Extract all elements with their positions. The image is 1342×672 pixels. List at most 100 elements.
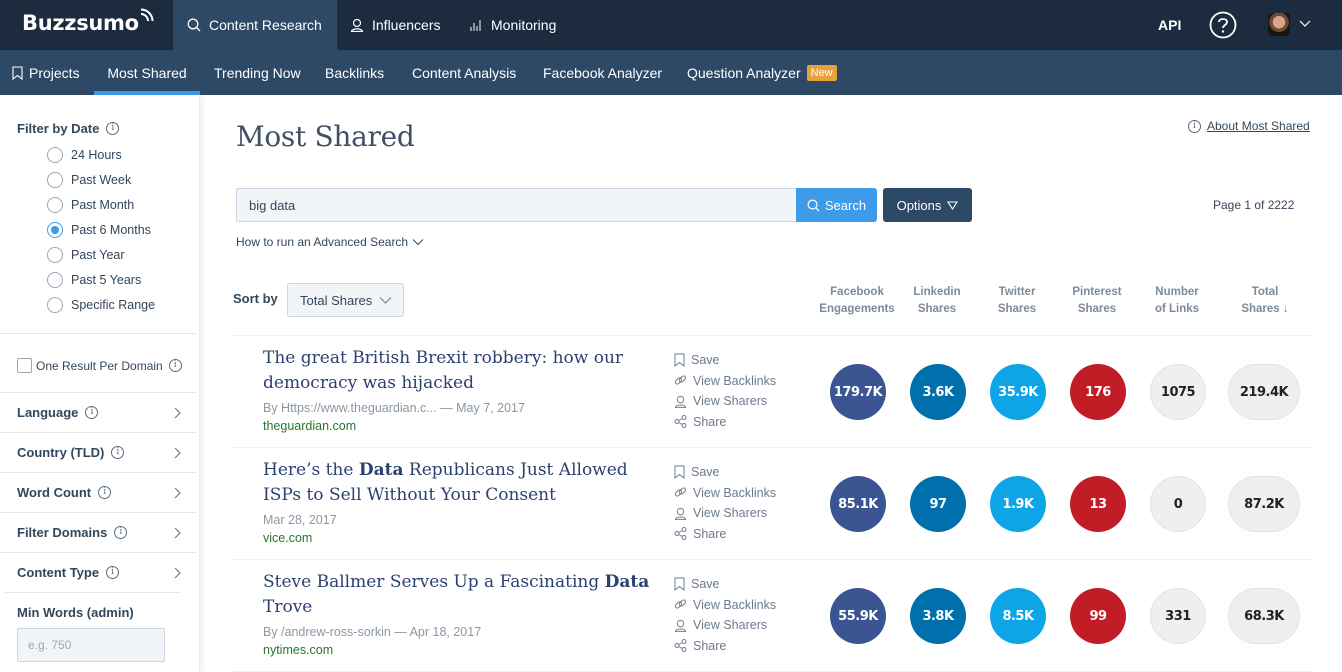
save-button[interactable]: Save bbox=[674, 350, 776, 371]
save-button[interactable]: Save bbox=[674, 574, 776, 595]
search-icon bbox=[187, 18, 201, 32]
search-input[interactable] bbox=[236, 188, 796, 222]
view-sharers-link[interactable]: View Sharers bbox=[674, 615, 776, 636]
search-button[interactable]: Search bbox=[796, 188, 877, 222]
api-link[interactable]: API bbox=[1158, 0, 1181, 50]
pinterest-shares-badge[interactable]: 99 bbox=[1070, 588, 1126, 644]
subnav-backlinks[interactable]: Backlinks bbox=[325, 50, 384, 95]
article-domain[interactable]: nytimes.com bbox=[263, 643, 333, 657]
linkedin-shares-badge[interactable]: 3.8K bbox=[910, 588, 966, 644]
filter-content-type[interactable]: Content Type i bbox=[0, 553, 196, 593]
chevron-down-icon[interactable] bbox=[1298, 17, 1312, 31]
radio-button-selected[interactable] bbox=[47, 222, 63, 238]
info-icon[interactable]: i bbox=[106, 122, 120, 135]
column-header-total-shares[interactable]: Total Shares ↓ bbox=[1225, 284, 1305, 318]
header-line: Shares ↓ bbox=[1241, 303, 1289, 315]
date-option-past-month[interactable]: Past Month bbox=[47, 197, 134, 213]
checkbox[interactable] bbox=[17, 358, 32, 373]
advanced-search-toggle[interactable]: How to run an Advanced Search bbox=[236, 235, 424, 249]
filter-label: Word Count bbox=[17, 485, 92, 500]
info-icon[interactable]: i bbox=[168, 359, 182, 372]
header-line: Shares bbox=[917, 303, 957, 315]
share-icon bbox=[674, 639, 687, 653]
subnav-content-analysis[interactable]: Content Analysis bbox=[412, 50, 516, 95]
options-button[interactable]: Options bbox=[883, 188, 972, 222]
column-header-pinterest[interactable]: Pinterest Shares bbox=[1057, 284, 1137, 318]
article-domain[interactable]: vice.com bbox=[263, 531, 312, 545]
date-option-past-year[interactable]: Past Year bbox=[47, 247, 125, 263]
chevron-right-icon bbox=[174, 407, 181, 419]
user-avatar[interactable] bbox=[1268, 13, 1290, 36]
column-header-facebook[interactable]: Facebook Engagements bbox=[817, 284, 897, 318]
article-title-link[interactable]: Here’s the Data Republicans Just Allowed… bbox=[263, 458, 653, 508]
date-option-24-hours[interactable]: 24 Hours bbox=[47, 147, 122, 163]
column-header-linkedin[interactable]: Linkedin Shares bbox=[897, 284, 977, 318]
facebook-engagements-badge[interactable]: 85.1K bbox=[830, 476, 886, 532]
radio-button[interactable] bbox=[47, 297, 63, 313]
action-label: View Sharers bbox=[693, 394, 768, 409]
view-backlinks-link[interactable]: View Backlinks bbox=[674, 595, 776, 616]
info-icon[interactable]: i bbox=[106, 566, 120, 579]
action-label: Share bbox=[693, 638, 727, 653]
one-result-per-domain[interactable]: One Result Per Domain i bbox=[17, 358, 182, 373]
view-sharers-link[interactable]: View Sharers bbox=[674, 391, 776, 412]
filter-domains[interactable]: Filter Domains i bbox=[0, 513, 196, 553]
linkedin-shares-badge[interactable]: 3.6K bbox=[910, 364, 966, 420]
facebook-engagements-badge[interactable]: 55.9K bbox=[830, 588, 886, 644]
filter-country[interactable]: Country (TLD) i bbox=[0, 433, 196, 473]
about-most-shared-link[interactable]: i About Most Shared bbox=[1188, 119, 1310, 133]
subnav-projects[interactable]: Projects bbox=[12, 50, 80, 95]
twitter-shares-badge[interactable]: 1.9K bbox=[990, 476, 1046, 532]
column-header-links[interactable]: Number of Links bbox=[1137, 284, 1217, 318]
info-icon[interactable]: i bbox=[98, 486, 112, 499]
radio-button[interactable] bbox=[47, 147, 63, 163]
column-header-twitter[interactable]: Twitter Shares bbox=[977, 284, 1057, 318]
view-backlinks-link[interactable]: View Backlinks bbox=[674, 483, 776, 504]
action-label: Save bbox=[691, 353, 720, 368]
pinterest-shares-badge[interactable]: 13 bbox=[1070, 476, 1126, 532]
topnav-content-research[interactable]: Content Research bbox=[173, 0, 337, 50]
pinterest-shares-badge[interactable]: 176 bbox=[1070, 364, 1126, 420]
min-words-input[interactable] bbox=[17, 628, 165, 662]
date-option-specific-range[interactable]: Specific Range bbox=[47, 297, 155, 313]
article-title-link[interactable]: Steve Ballmer Serves Up a Fascinating Da… bbox=[263, 570, 653, 620]
subnav-question-analyzer[interactable]: Question Analyzer New bbox=[687, 50, 837, 95]
view-backlinks-link[interactable]: View Backlinks bbox=[674, 371, 776, 392]
twitter-shares-badge[interactable]: 8.5K bbox=[990, 588, 1046, 644]
radio-button[interactable] bbox=[47, 197, 63, 213]
view-sharers-link[interactable]: View Sharers bbox=[674, 503, 776, 524]
facebook-engagements-badge[interactable]: 179.7K bbox=[830, 364, 886, 420]
topnav-label: Influencers bbox=[372, 17, 441, 33]
twitter-shares-badge[interactable]: 35.9K bbox=[990, 364, 1046, 420]
header-line: Twitter bbox=[998, 286, 1036, 298]
save-button[interactable]: Save bbox=[674, 462, 776, 483]
info-icon[interactable]: i bbox=[111, 446, 125, 459]
radio-button[interactable] bbox=[47, 172, 63, 188]
buzzsumo-logo[interactable]: Buzzsumo bbox=[22, 8, 154, 35]
filter-language[interactable]: Language i bbox=[0, 393, 196, 433]
info-icon[interactable]: i bbox=[114, 526, 128, 539]
subnav-trending-now[interactable]: Trending Now bbox=[214, 50, 301, 95]
date-option-past-week[interactable]: Past Week bbox=[47, 172, 131, 188]
subnav-most-shared[interactable]: Most Shared bbox=[94, 50, 200, 95]
sort-by-select[interactable]: Total Shares bbox=[287, 283, 404, 317]
filter-word-count[interactable]: Word Count i bbox=[0, 473, 196, 513]
topnav-influencers[interactable]: Influencers bbox=[336, 0, 454, 50]
date-option-past-6-months[interactable]: Past 6 Months bbox=[47, 222, 151, 238]
date-option-past-5-years[interactable]: Past 5 Years bbox=[47, 272, 141, 288]
subnav-facebook-analyzer[interactable]: Facebook Analyzer bbox=[543, 50, 662, 95]
radio-button[interactable] bbox=[47, 247, 63, 263]
subnav-label: Trending Now bbox=[214, 64, 301, 81]
article-title-link[interactable]: The great British Brexit robbery: how ou… bbox=[263, 346, 653, 396]
share-button[interactable]: Share bbox=[674, 636, 776, 657]
header-line: Facebook bbox=[830, 286, 884, 298]
share-button[interactable]: Share bbox=[674, 524, 776, 545]
linkedin-shares-badge[interactable]: 97 bbox=[910, 476, 966, 532]
radio-button[interactable] bbox=[47, 272, 63, 288]
topnav-monitoring[interactable]: Monitoring bbox=[455, 0, 570, 50]
info-icon[interactable]: i bbox=[85, 406, 99, 419]
divider bbox=[5, 592, 181, 593]
help-button[interactable] bbox=[1209, 0, 1237, 50]
share-button[interactable]: Share bbox=[674, 412, 776, 433]
article-domain[interactable]: theguardian.com bbox=[263, 419, 356, 433]
